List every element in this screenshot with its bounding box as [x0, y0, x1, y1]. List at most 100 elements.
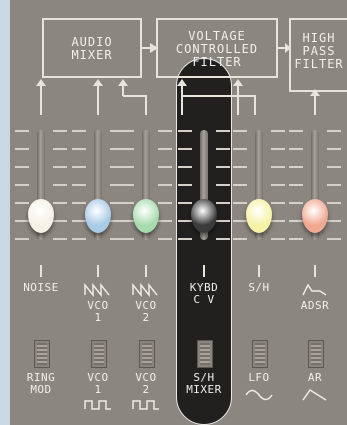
slider-tick: [216, 130, 230, 132]
slider-tick: [120, 220, 134, 222]
slider-tick: [120, 148, 134, 150]
slider-label-2: VCO 2: [123, 300, 169, 324]
slider-tick: [289, 148, 303, 150]
slider-label-1: VCO 1: [75, 300, 121, 324]
switch-label-line: LFO: [248, 371, 270, 384]
slider-tick: [178, 202, 192, 204]
switch-label-2: VCO 2: [123, 372, 169, 396]
slider-tick: [271, 148, 285, 150]
switch-label-5: AR: [292, 372, 338, 384]
switch-wave-icon: [132, 400, 159, 410]
switch-label-4: LFO: [236, 372, 282, 384]
slider-tick: [158, 148, 172, 150]
signal-flow-arrows: [36, 43, 320, 115]
slider-tick: [289, 130, 303, 132]
mode-switch-2[interactable]: [139, 340, 155, 368]
switch-grip: [94, 349, 104, 351]
slider-tick: [53, 220, 67, 222]
switch-grip: [142, 361, 152, 363]
slider-tick: [216, 166, 230, 168]
slider-tick: [53, 202, 67, 204]
slider-tick: [15, 148, 29, 150]
slider-tick: [158, 238, 172, 240]
slider-tick: [53, 166, 67, 168]
slider-tick: [53, 184, 67, 186]
slider-tick: [178, 130, 192, 132]
slider-tick: [72, 202, 86, 204]
slider-label-line: NOISE: [23, 281, 59, 294]
slider-label-5: ADSR: [292, 300, 338, 312]
slider-tick: [233, 220, 247, 222]
switch-grip: [200, 361, 210, 363]
slider-tick: [158, 202, 172, 204]
slider-tick: [178, 184, 192, 186]
slider-output-arrow: [258, 265, 260, 277]
slider-tick: [216, 220, 230, 222]
mode-switch-5[interactable]: [308, 340, 324, 368]
synth-panel: AUDIO MIXER VOLTAGE CONTROLLED FILTER HI…: [10, 0, 347, 425]
switch-grip: [255, 349, 265, 351]
switch-grip: [94, 357, 104, 359]
switch-wave-icon: [302, 388, 327, 401]
slider-tick: [327, 220, 341, 222]
slider-tick: [15, 130, 29, 132]
slider-tick: [271, 166, 285, 168]
slider-tick: [271, 238, 285, 240]
switch-grip: [311, 357, 321, 359]
slider-tick: [15, 220, 29, 222]
slider-tick: [120, 184, 134, 186]
slider-tick: [72, 238, 86, 240]
slider-tick: [158, 166, 172, 168]
slider-tick: [72, 184, 86, 186]
switch-label-1: VCO 1: [75, 372, 121, 396]
slider-tick: [72, 220, 86, 222]
switch-wave-icon: [84, 400, 111, 410]
switch-label-line: MIXER: [186, 383, 222, 396]
switch-grip: [142, 345, 152, 347]
slider-tick: [158, 220, 172, 222]
switch-grip: [142, 349, 152, 351]
slider-tick: [120, 238, 134, 240]
slider-output-arrow: [314, 265, 316, 277]
window-border: [0, 0, 10, 425]
switch-wave-icon: [245, 389, 273, 401]
slider-tick: [271, 202, 285, 204]
slider-tick: [72, 166, 86, 168]
slider-tick: [53, 148, 67, 150]
switch-grip: [311, 345, 321, 347]
switch-label-3: S/H MIXER: [181, 372, 227, 396]
switch-label-line: AR: [307, 371, 323, 384]
slider-tick: [72, 130, 86, 132]
slider-tick: [233, 130, 247, 132]
switch-grip: [37, 353, 47, 355]
switch-grip: [255, 353, 265, 355]
mode-switch-4[interactable]: [252, 340, 268, 368]
switch-label-0: RING MOD: [18, 372, 64, 396]
slider-label-0: NOISE: [18, 282, 64, 294]
slider-tick: [15, 166, 29, 168]
switch-grip: [311, 349, 321, 351]
slider-tick: [271, 184, 285, 186]
slider-tick: [178, 238, 192, 240]
slider-output-arrow: [97, 265, 99, 277]
switch-grip: [142, 353, 152, 355]
slider-wave-icon: [132, 282, 158, 298]
mode-switch-0[interactable]: [34, 340, 50, 368]
slider-tick: [233, 202, 247, 204]
mode-switch-1[interactable]: [91, 340, 107, 368]
slider-wave-icon: [84, 282, 110, 298]
slider-tick: [158, 184, 172, 186]
switch-grip: [94, 345, 104, 347]
slider-label-line: C V: [193, 293, 215, 306]
switch-grip: [142, 357, 152, 359]
slider-tick: [15, 202, 29, 204]
slider-tick: [327, 238, 341, 240]
slider-tick: [216, 148, 230, 150]
slider-label-line: 2: [142, 311, 150, 324]
slider-tick: [327, 130, 341, 132]
switch-grip: [255, 361, 265, 363]
switch-grip: [37, 361, 47, 363]
mode-switch-3[interactable]: [197, 340, 213, 368]
slider-tick: [178, 166, 192, 168]
slider-tick: [327, 184, 341, 186]
